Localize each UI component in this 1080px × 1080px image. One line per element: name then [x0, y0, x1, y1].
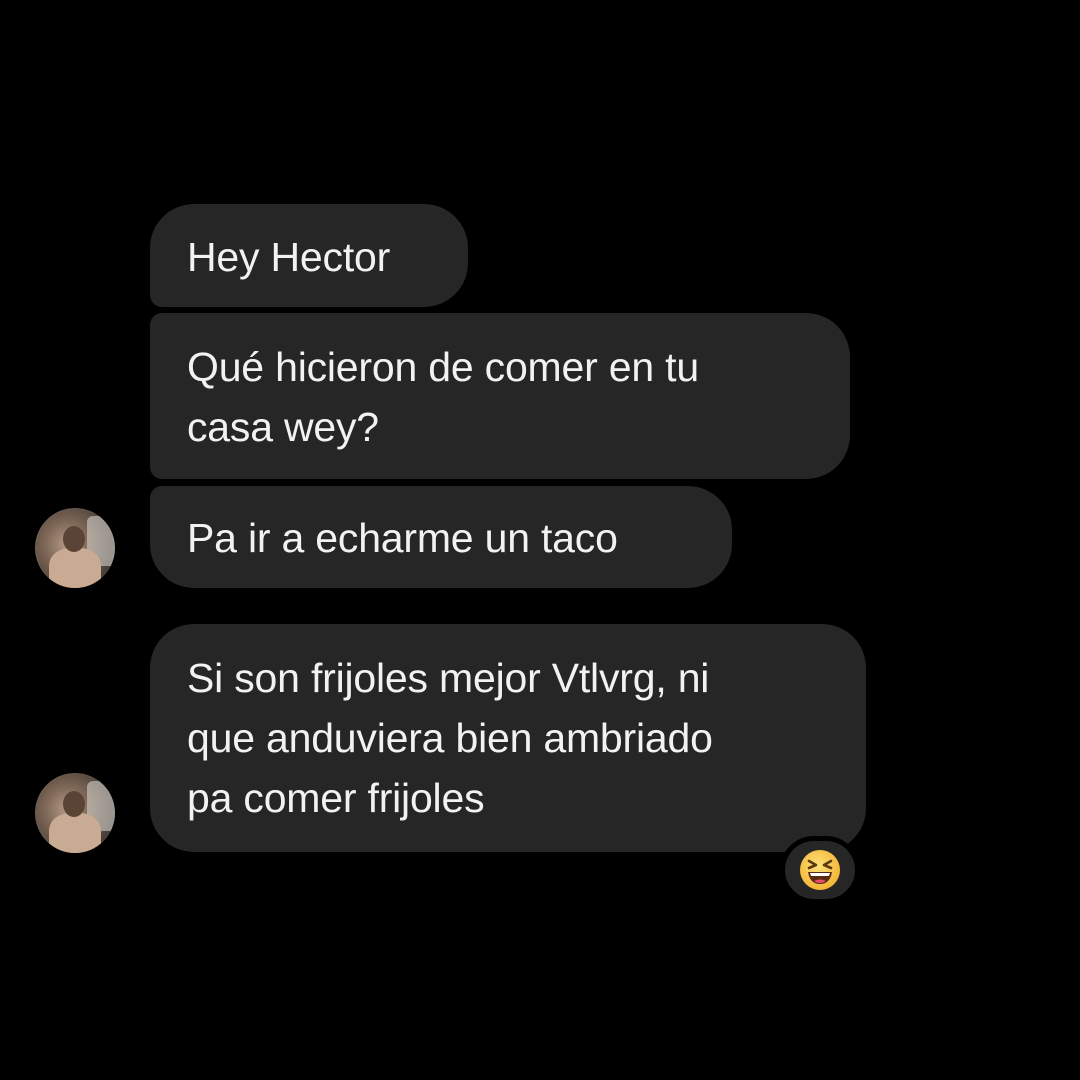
avatar-photo-detail [63, 791, 85, 817]
avatar-photo-detail [49, 548, 101, 588]
message-text: Hey Hector [187, 234, 391, 280]
message-bubble[interactable]: Pa ir a echarme un taco [150, 486, 732, 588]
message-text: Qué hicieron de comer en tu [187, 344, 699, 390]
message-text: pa comer frijoles [187, 775, 485, 821]
message-reaction[interactable] [780, 836, 860, 904]
avatar-photo-detail [49, 813, 101, 853]
message-text: Pa ir a echarme un taco [187, 515, 618, 561]
avatar[interactable] [35, 773, 115, 853]
message-bubble[interactable]: Si son frijoles mejor Vtlvrg, ni que and… [150, 624, 866, 852]
message-bubble[interactable]: Qué hicieron de comer en tu casa wey? [150, 313, 850, 479]
avatar-photo-detail [63, 526, 85, 552]
avatar[interactable] [35, 508, 115, 588]
message-bubble[interactable]: Hey Hector [150, 204, 468, 307]
message-text: que anduviera bien ambriado [187, 715, 713, 761]
laughing-emoji-icon [800, 850, 840, 890]
message-text: Si son frijoles mejor Vtlvrg, ni [187, 655, 710, 701]
message-text: casa wey? [187, 404, 379, 450]
